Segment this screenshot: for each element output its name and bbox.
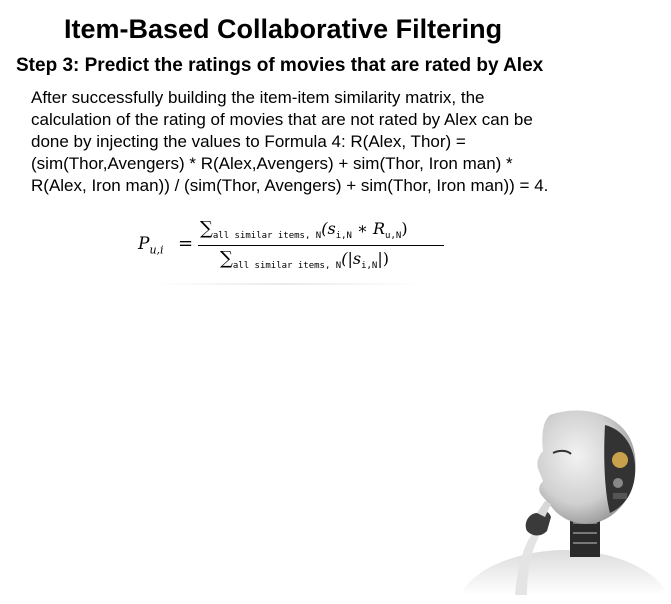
robot-hand <box>525 510 551 536</box>
formula-lhs-symbol: P <box>138 234 150 254</box>
numerator-expr: (s <box>321 219 336 238</box>
robot-shoulders <box>460 550 665 595</box>
formula-denominator: ∑all similar items, N(|si,N|) <box>220 248 389 271</box>
robot-mechanical-panel <box>604 425 636 513</box>
sum-range: all similar items, N <box>232 261 342 271</box>
sum-symbol: ∑ <box>220 248 233 269</box>
prediction-formula: Pu,i = ∑all similar items, N(si,N ∗ Ru,N… <box>132 218 462 284</box>
description-line: (sim(Thor,Avengers) * R(Alex,Avengers) +… <box>31 154 513 173</box>
description-line: After successfully building the item-ite… <box>31 88 485 107</box>
numerator-mid: ∗ R <box>351 219 386 238</box>
denominator-s-sub: i,N <box>361 261 378 271</box>
formula-lhs: Pu,i <box>138 234 164 256</box>
fraction-bar <box>198 245 444 246</box>
step-heading: Step 3: Predict the ratings of movies th… <box>16 55 544 76</box>
formula-numerator: ∑all similar items, N(si,N ∗ Ru,N) <box>200 218 408 241</box>
description-line: calculation of the rating of movies that… <box>31 110 533 129</box>
slide-title: Item-Based Collaborative Filtering <box>64 14 503 44</box>
description-line: R(Alex, Iron man)) / (sim(Thor, Avengers… <box>31 176 549 195</box>
robot-thinking-illustration <box>460 410 665 595</box>
sum-symbol: ∑ <box>200 218 213 239</box>
description-line: done by injecting the values to Formula … <box>31 132 466 151</box>
denominator-expr: (|s <box>341 249 362 268</box>
numerator-r-sub: u,N <box>385 231 402 241</box>
numerator-s-sub: i,N <box>335 231 352 241</box>
numerator-close: ) <box>401 219 408 238</box>
formula-equals: = <box>178 233 194 254</box>
denominator-close: |) <box>377 249 389 268</box>
faded-divider <box>150 283 420 285</box>
sum-range: all similar items, N <box>212 231 322 241</box>
step-description: After successfully building the item-ite… <box>31 87 631 197</box>
formula-lhs-subscript: u,i <box>149 243 164 257</box>
